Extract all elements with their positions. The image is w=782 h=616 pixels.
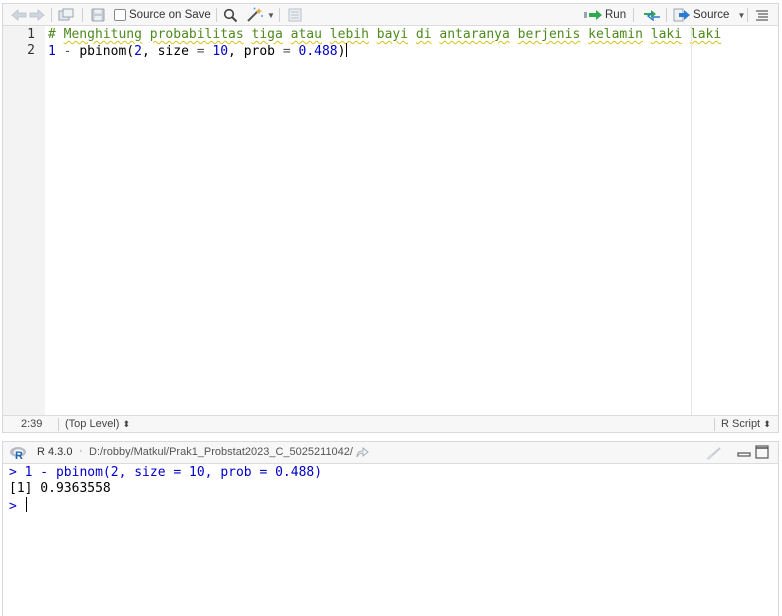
cursor-position: 2:39 xyxy=(21,418,43,430)
forward-button[interactable] xyxy=(29,4,45,26)
code-editor[interactable]: # Menghitung probabilitas tiga atau lebi… xyxy=(45,26,721,416)
line-number: 2 xyxy=(27,43,35,58)
expression-text: 1 - pbinom(2, size = 10, prob = 0.488) xyxy=(48,44,346,59)
back-button[interactable] xyxy=(11,4,27,26)
run-arrow-icon xyxy=(584,10,602,20)
chevron-down-icon: ▼ xyxy=(267,10,275,20)
console-prompt: > xyxy=(9,499,17,514)
line-number: 1 xyxy=(27,27,35,42)
minimize-icon[interactable] xyxy=(737,448,751,458)
text-cursor xyxy=(346,43,348,57)
find-replace-button[interactable] xyxy=(223,4,238,26)
editor-status-bar: 2:39 (Top Level) ⬍ R Script ⬍ xyxy=(3,415,778,432)
console-input-text: 1 - pbinom(2, size = 10, prob = 0.488) xyxy=(24,465,323,480)
file-type-selector[interactable]: R Script ⬍ xyxy=(721,418,771,430)
source-button[interactable]: Source ▼ xyxy=(673,4,745,26)
search-icon xyxy=(223,8,238,22)
console-pane: R R 4.3.0 · D:/robby/Matkul/Prak1_Probst… xyxy=(2,441,779,616)
r-version: R 4.3.0 xyxy=(37,446,73,458)
separator-dot: · xyxy=(79,445,83,457)
scope-label: (Top Level) xyxy=(65,418,120,430)
forward-arrow-icon xyxy=(29,9,45,21)
code-line-comment: # Menghitung probabilitas tiga atau lebi… xyxy=(48,27,721,43)
code-tools-menu[interactable]: ▼ xyxy=(246,4,275,26)
editor-toolbar: Source on Save ▼ Run Source ▼ xyxy=(3,4,778,26)
scope-selector[interactable]: (Top Level) ⬍ xyxy=(65,418,130,430)
rerun-button[interactable] xyxy=(642,4,662,26)
updown-icon: ⬍ xyxy=(763,419,771,429)
source-options-chevron-icon[interactable]: ▼ xyxy=(737,11,745,20)
print-margin-line xyxy=(691,26,692,416)
source-editor-pane: Source on Save ▼ Run Source ▼ 1 2 # Meng… xyxy=(2,3,779,433)
comment-text: # Menghitung probabilitas tiga atau lebi… xyxy=(48,27,722,42)
show-in-window-icon xyxy=(58,8,74,21)
svg-text:R: R xyxy=(15,450,23,460)
source-label: Source xyxy=(693,9,730,21)
save-icon xyxy=(91,8,105,22)
compile-report-button[interactable] xyxy=(288,4,302,26)
source-on-save-label: Source on Save xyxy=(129,9,211,21)
source-on-save-toggle[interactable]: Source on Save xyxy=(114,4,211,26)
goto-dir-icon[interactable] xyxy=(355,447,369,459)
source-on-save-checkbox[interactable] xyxy=(114,9,126,21)
maximize-icon[interactable] xyxy=(755,445,769,459)
compile-report-icon xyxy=(288,8,302,22)
working-directory: D:/robby/Matkul/Prak1_Probstat2023_C_502… xyxy=(89,446,353,458)
rerun-icon xyxy=(644,10,660,21)
console-cursor xyxy=(25,497,27,512)
code-line-expression: 1 - pbinom(2, size = 10, prob = 0.488) xyxy=(48,43,348,60)
document-outline-button[interactable] xyxy=(755,4,769,26)
source-icon xyxy=(673,8,690,22)
file-type-label: R Script xyxy=(721,418,761,430)
line-number-gutter: 1 2 xyxy=(3,26,45,416)
outline-icon xyxy=(756,10,768,21)
save-button[interactable] xyxy=(91,4,105,26)
console-header: R R 4.3.0 · D:/robby/Matkul/Prak1_Probst… xyxy=(3,442,778,464)
code-tools-wand-icon xyxy=(247,7,263,22)
clear-console-icon[interactable] xyxy=(705,446,723,460)
back-arrow-icon xyxy=(11,9,27,21)
console-active-prompt-line[interactable]: > xyxy=(9,497,27,515)
updown-icon: ⬍ xyxy=(122,419,131,429)
console-input-line: > 1 - pbinom(2, size = 10, prob = 0.488) xyxy=(9,465,322,481)
show-in-new-window-button[interactable] xyxy=(58,4,74,26)
run-label: Run xyxy=(605,9,627,21)
run-button[interactable]: Run xyxy=(583,4,626,26)
r-logo-icon: R xyxy=(10,447,26,460)
console-prompt: > xyxy=(9,465,17,480)
console-output-line: [1] 0.9363558 xyxy=(9,481,111,496)
